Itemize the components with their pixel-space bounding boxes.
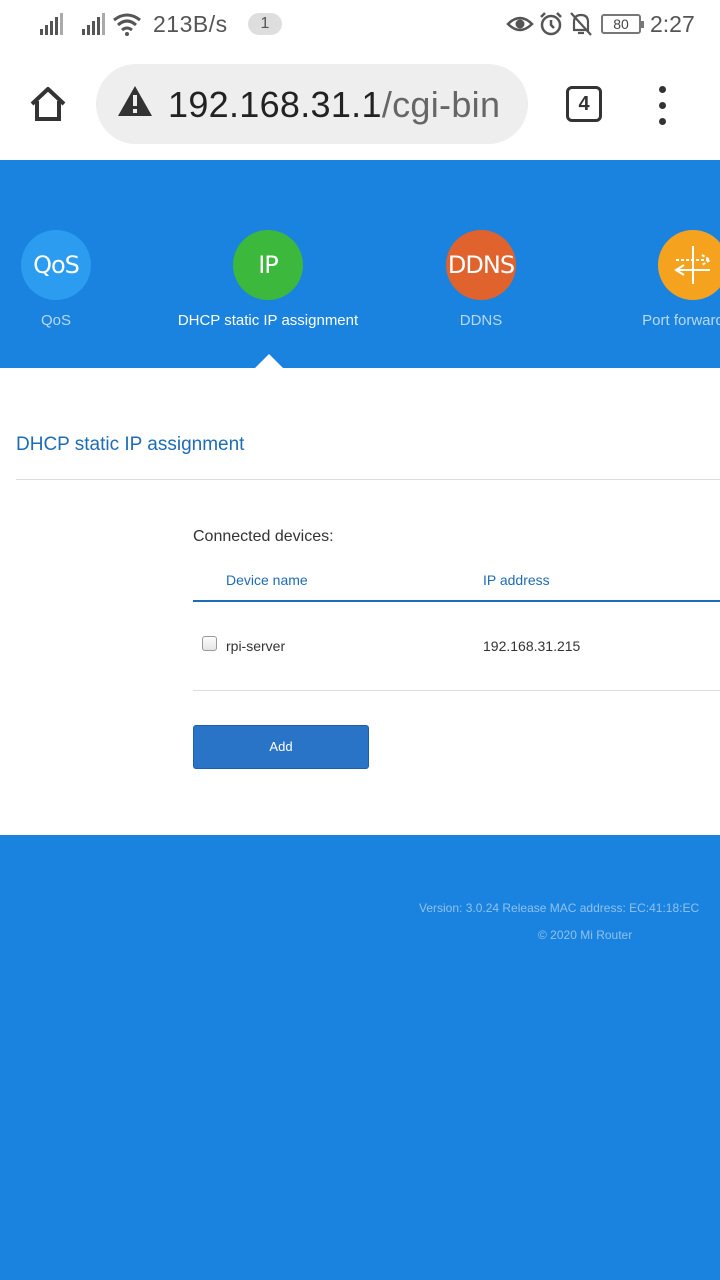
row-divider [193,690,720,691]
column-header-device-name: Device name [226,572,308,588]
title-divider [16,479,720,480]
bell-muted-icon [570,12,592,36]
device-name-cell: rpi-server [226,638,286,654]
battery-level: 80 [613,16,629,32]
home-icon[interactable] [28,84,68,124]
add-button[interactable]: Add [193,725,369,769]
nav-item-ddns[interactable]: DDNS DDNS [371,230,591,329]
url-text[interactable]: 192.168.31.1/cgi-bin [168,84,500,126]
page-title: DHCP static IP assignment [16,434,245,455]
nav-label-ddns: DDNS [459,312,503,329]
nav-label-qos: QoS [40,312,71,329]
address-bar[interactable]: 192.168.31.1/cgi-bin [96,64,528,144]
nav-item-dhcp-static-ip[interactable]: IP DHCP static IP assignment [158,230,378,329]
cellular-signal-icon-2 [82,13,106,35]
warning-icon[interactable] [116,84,154,118]
page-footer: Version: 3.0.24 Release MAC address: EC:… [0,835,720,1280]
ddns-icon: DDNS [446,230,516,300]
network-speed: 213B/s [153,11,228,37]
notification-count-badge: 1 [248,13,282,35]
ip-address-cell: 192.168.31.215 [483,638,581,654]
ip-icon: IP [233,230,303,300]
footer-version: Version: 3.0.24 Release MAC address: EC:… [419,901,700,915]
browser-toolbar: 192.168.31.1/cgi-bin 4 [0,50,720,160]
port-forwarding-icon [658,230,720,300]
tab-switcher-button[interactable]: 4 [566,86,602,122]
active-tab-pointer [255,354,283,368]
menu-dots-icon[interactable] [656,86,670,126]
status-bar: 213B/s 1 80 2:27 [0,0,720,50]
clock-time: 2:27 [650,11,695,37]
cellular-signal-icon [40,13,64,35]
nav-label-dhcp-static-ip: DHCP static IP assignment [177,312,359,329]
device-checkbox[interactable] [202,636,217,651]
main-content: DHCP static IP assignment Connected devi… [0,368,720,835]
alarm-icon [540,12,562,36]
url-path: /cgi-bin [381,84,501,125]
table-header-line [193,600,720,602]
battery-icon: 80 [601,14,644,34]
router-nav-header: QoS QoS IP DHCP static IP assignment DDN… [0,160,720,368]
connected-devices-label: Connected devices: [193,528,334,545]
column-header-ip-address: IP address [483,572,550,588]
nav-item-port-forwarding[interactable]: Port forwarding [583,230,720,329]
wifi-icon [113,13,141,36]
qos-icon: QoS [21,230,91,300]
url-host: 192.168.31.1 [168,84,382,125]
eye-icon [506,16,534,32]
nav-label-port-forwarding: Port forwarding [642,312,720,329]
nav-item-qos[interactable]: QoS QoS [0,230,166,329]
footer-copyright: © 2020 Mi Router [538,928,633,942]
